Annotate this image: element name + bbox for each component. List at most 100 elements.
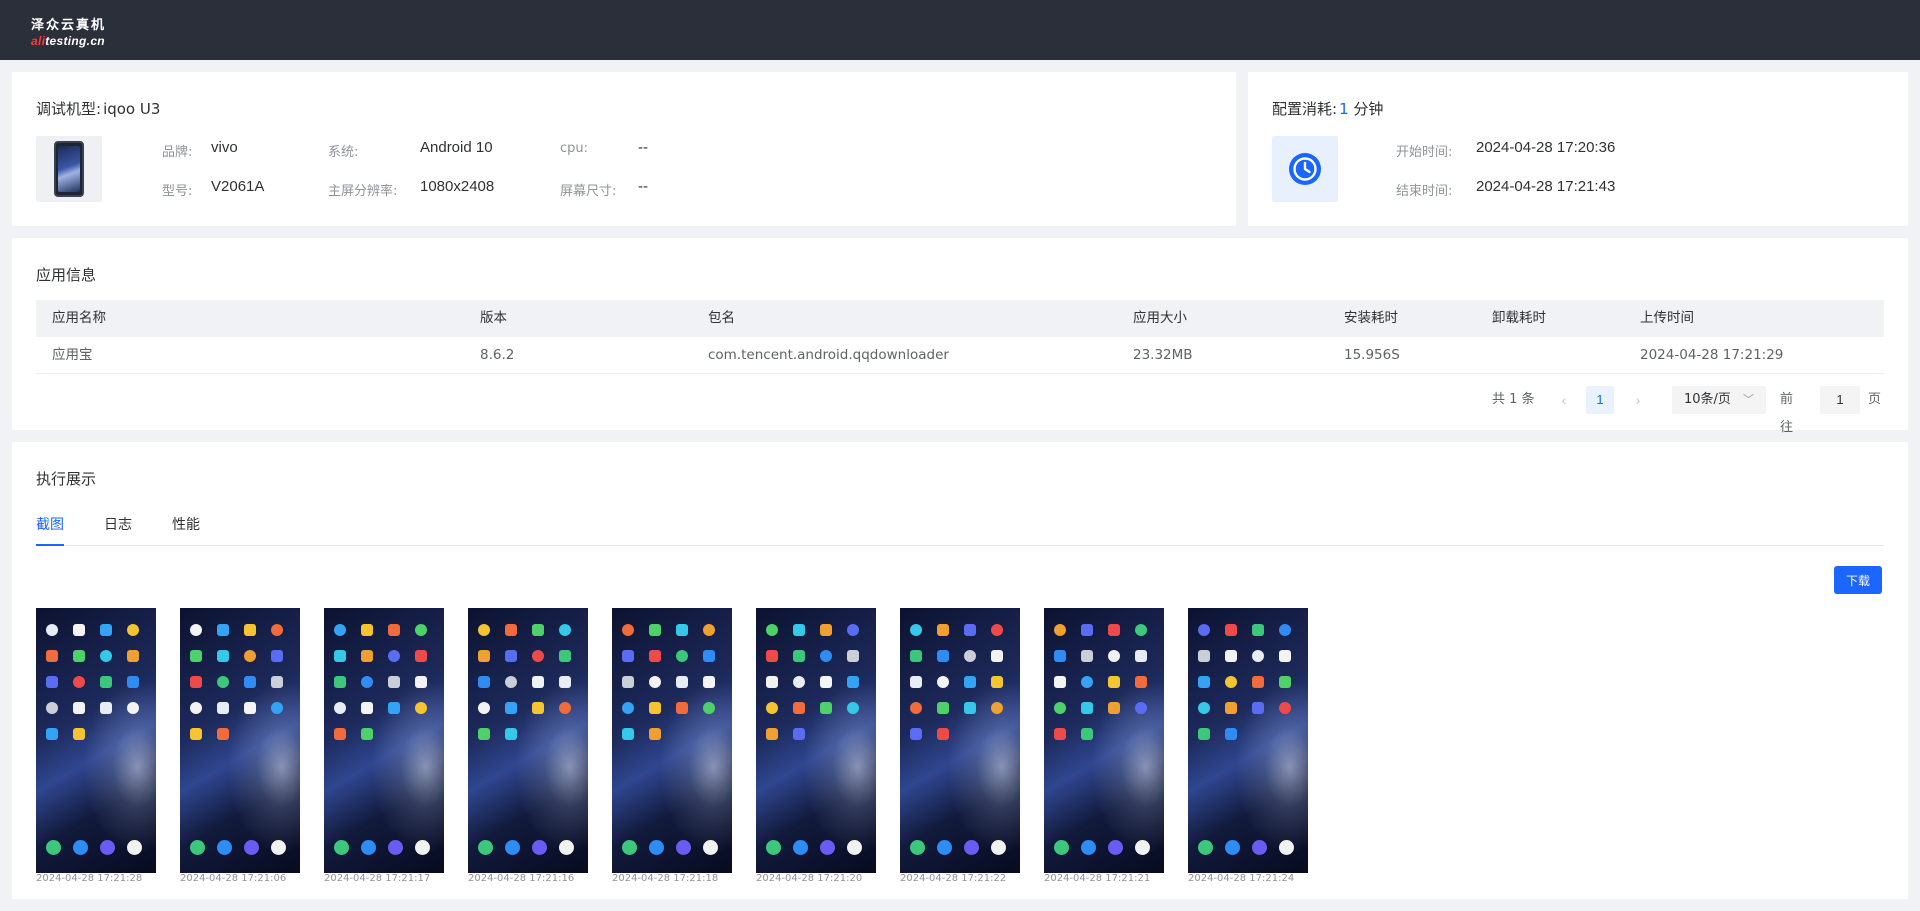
app-icon xyxy=(937,624,949,636)
cell-upload-time: 2024-04-28 17:21:29 xyxy=(1640,347,1784,363)
screenshot-thumbnail[interactable] xyxy=(1188,608,1308,873)
app-icon xyxy=(190,624,202,636)
app-icon xyxy=(1135,624,1147,636)
dock xyxy=(1054,840,1154,856)
tab-screenshots[interactable]: 截图 xyxy=(36,512,64,538)
app-icon xyxy=(100,624,112,636)
screenshot-thumbnail[interactable] xyxy=(324,608,444,873)
app-icon xyxy=(1108,624,1120,636)
pagination-page-1[interactable]: 1 xyxy=(1586,386,1614,414)
dock-icon xyxy=(46,840,61,855)
app-icon xyxy=(73,650,85,662)
app-icon xyxy=(559,702,571,714)
app-icon xyxy=(415,650,427,662)
dock-icon xyxy=(127,840,142,855)
config-title-label: 配置消耗: xyxy=(1272,100,1338,118)
app-icon xyxy=(334,676,346,688)
dock xyxy=(190,840,290,856)
app-icon xyxy=(73,728,85,740)
app-icon xyxy=(1054,650,1066,662)
app-icon xyxy=(127,650,139,662)
app-icon xyxy=(388,676,400,688)
screenshot-thumbnail[interactable] xyxy=(468,608,588,873)
model-label: 型号: xyxy=(162,184,193,199)
app-icon xyxy=(766,676,778,688)
app-icon xyxy=(217,650,229,662)
screenshot-thumbnail[interactable] xyxy=(612,608,732,873)
screenshot-thumbnail[interactable] xyxy=(756,608,876,873)
app-icon xyxy=(46,728,58,740)
dock-icon xyxy=(100,840,115,855)
table-row[interactable]: 应用宝 8.6.2 com.tencent.android.qqdownload… xyxy=(36,337,1884,374)
app-icon xyxy=(1279,702,1291,714)
app-info-title: 应用信息 xyxy=(36,266,97,284)
page-size-select[interactable]: 10条/页 ﹀ xyxy=(1672,386,1766,414)
pagination-prev-button[interactable]: ‹ xyxy=(1554,386,1574,414)
dock-icon xyxy=(532,840,547,855)
screenshot-thumbnail[interactable] xyxy=(36,608,156,873)
screenshot-time: 2024-04-28 17:21:22 xyxy=(900,873,1007,884)
page-suffix: 页 xyxy=(1868,392,1882,407)
app-icon xyxy=(478,676,490,688)
app-icon xyxy=(1225,624,1237,636)
tab-logs[interactable]: 日志 xyxy=(104,512,132,538)
app-icon xyxy=(820,650,832,662)
system-value: Android 10 xyxy=(420,139,493,156)
app-icon xyxy=(1081,728,1093,740)
logo[interactable]: 泽众云真机 alitesting.cn xyxy=(31,14,106,48)
app-icon xyxy=(1225,728,1237,740)
brand-value: vivo xyxy=(211,139,238,156)
col-version: 版本 xyxy=(480,310,507,326)
app-icon xyxy=(478,650,490,662)
screenshot-thumbnail[interactable] xyxy=(180,608,300,873)
device-title-label: 调试机型: xyxy=(36,100,102,118)
tab-performance[interactable]: 性能 xyxy=(172,512,200,538)
screenshot-time: 2024-04-28 17:21:18 xyxy=(612,873,719,884)
screenshot-thumbnail[interactable] xyxy=(900,608,1020,873)
dock-icon xyxy=(190,840,205,855)
app-icon xyxy=(703,650,715,662)
app-icon xyxy=(1198,728,1210,740)
app-icon xyxy=(46,702,58,714)
end-time-label: 结束时间: xyxy=(1396,184,1453,199)
screenshot-time: 2024-04-28 17:21:17 xyxy=(324,873,431,884)
app-icon xyxy=(622,702,634,714)
dock-icon xyxy=(73,840,88,855)
app-icon xyxy=(766,650,778,662)
device-title: 调试机型: iqoo U3 xyxy=(36,98,160,119)
app-icon xyxy=(244,624,256,636)
app-icon xyxy=(991,650,1003,662)
app-icon xyxy=(676,650,688,662)
config-title: 配置消耗: 1 分钟 xyxy=(1272,98,1383,119)
app-icon xyxy=(1054,676,1066,688)
screen-size-label: 屏幕尺寸: xyxy=(560,184,617,199)
goto-page-input[interactable]: 1 xyxy=(1820,386,1860,414)
dock-icon xyxy=(766,840,781,855)
app-icon xyxy=(937,650,949,662)
app-icon xyxy=(190,650,202,662)
pagination-next-button[interactable]: › xyxy=(1628,386,1648,414)
app-icon xyxy=(991,624,1003,636)
app-icon xyxy=(1081,702,1093,714)
download-button[interactable]: 下载 xyxy=(1834,566,1882,594)
app-icon xyxy=(766,624,778,636)
clock-icon-box xyxy=(1272,136,1338,202)
app-icon xyxy=(1054,702,1066,714)
app-table: 应用名称 版本 包名 应用大小 安装耗时 卸载耗时 上传时间 应用宝 8.6.2… xyxy=(36,300,1884,374)
execution-card: 执行展示 截图 日志 性能 下载 2024-04-28 17:21:28 2024… xyxy=(12,442,1908,899)
app-icon xyxy=(244,676,256,688)
app-icon xyxy=(505,624,517,636)
logo-sub-white: testing.cn xyxy=(45,34,105,48)
app-icon xyxy=(217,624,229,636)
app-icon xyxy=(793,676,805,688)
app-icon xyxy=(964,702,976,714)
screenshot-thumbnail[interactable] xyxy=(1044,608,1164,873)
cell-install-time: 15.956S xyxy=(1344,347,1400,363)
app-icon xyxy=(361,702,373,714)
app-icon xyxy=(991,676,1003,688)
brand-label: 品牌: xyxy=(162,145,193,160)
app-icon xyxy=(415,676,427,688)
app-icon xyxy=(532,702,544,714)
app-icon xyxy=(910,676,922,688)
app-icon xyxy=(991,702,1003,714)
